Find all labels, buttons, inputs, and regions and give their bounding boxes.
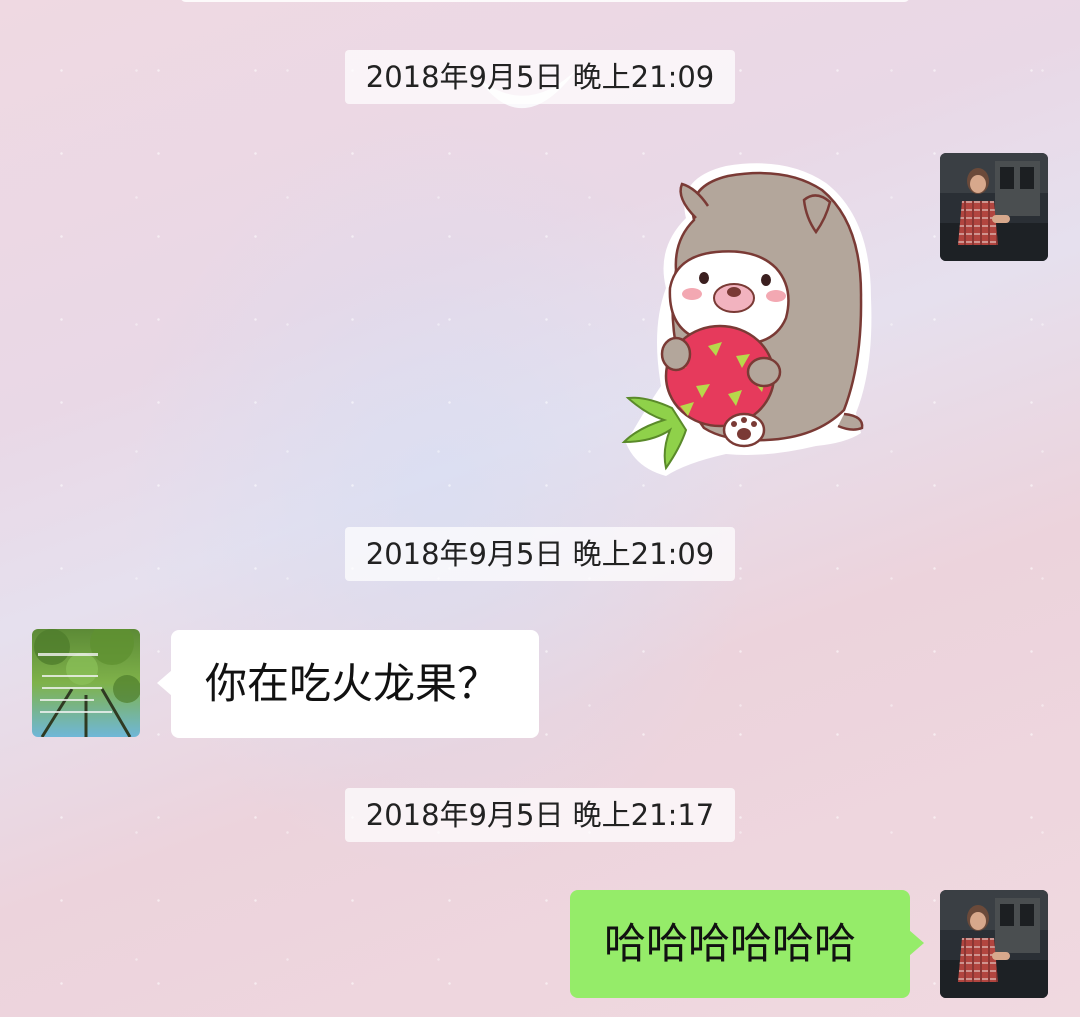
outgoing-message-bubble[interactable]: 哈哈哈哈哈哈 — [570, 890, 924, 998]
background-stars — [0, 0, 1080, 1017]
previous-message-edge — [180, 0, 910, 2]
bear-eating-dragon-fruit-sticker[interactable] — [616, 158, 878, 478]
my-avatar[interactable] — [940, 890, 1048, 998]
contact-avatar[interactable] — [32, 629, 140, 737]
message-timestamp: 2018年9月5日 晚上21:09 — [345, 527, 735, 581]
message-timestamp: 2018年9月5日 晚上21:09 — [345, 50, 735, 104]
my-avatar[interactable] — [940, 153, 1048, 261]
incoming-message-bubble[interactable]: 你在吃火龙果？ — [157, 630, 539, 738]
message-timestamp: 2018年9月5日 晚上21:17 — [345, 788, 735, 842]
